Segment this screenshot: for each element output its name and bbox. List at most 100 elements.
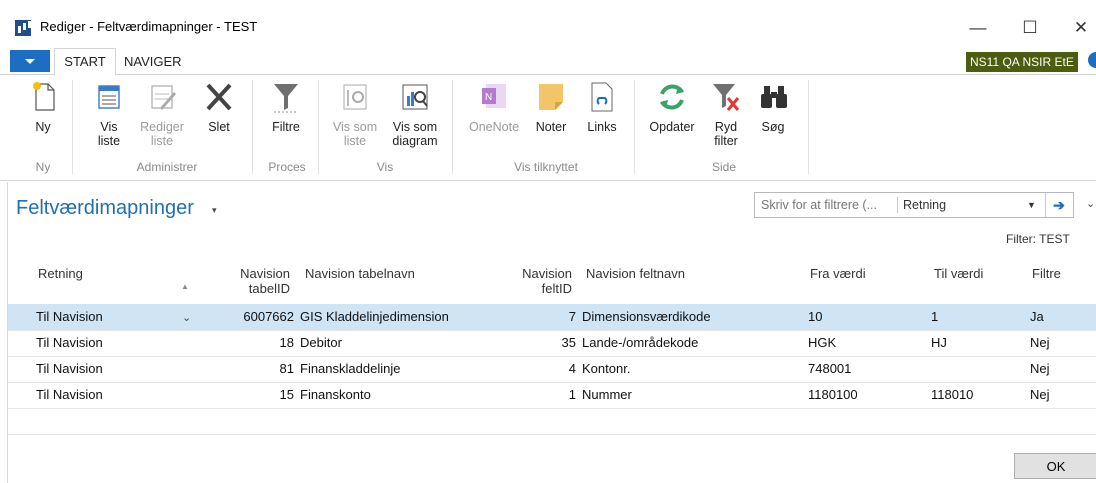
column-header-feltid[interactable]: Navision feltID: [512, 266, 572, 296]
view-list-button[interactable]: Vis liste: [92, 80, 126, 148]
apply-filter-arrow-icon[interactable]: ➔: [1045, 193, 1072, 217]
cell-filtre[interactable]: Nej: [1030, 330, 1050, 356]
filter-divider: [897, 197, 898, 213]
cell-tabelnavn[interactable]: Finanskonto: [300, 382, 371, 408]
left-border: [7, 182, 8, 483]
new-button[interactable]: Ny: [28, 80, 58, 134]
minimize-button[interactable]: —: [963, 14, 993, 42]
table-row-empty[interactable]: [8, 408, 1096, 435]
cell-retning[interactable]: Til Navision: [36, 356, 103, 382]
cell-fra-vaerdi[interactable]: 10: [808, 304, 822, 330]
ribbon-separator: [452, 80, 453, 174]
view-list-icon: [93, 80, 125, 114]
onenote-icon: N: [478, 80, 510, 114]
company-badge[interactable]: NS11 QA NSIR EtE: [966, 52, 1078, 72]
filter-box: Retning ▼ ➔: [754, 192, 1074, 218]
cell-feltid[interactable]: 35: [528, 330, 576, 356]
cell-feltnavn[interactable]: Lande-/områdekode: [582, 330, 698, 356]
table-row[interactable]: Til Navision 6007662 GIS Kladdelinjedime…: [8, 304, 1096, 331]
page-title[interactable]: Feltværdimapninger: [16, 197, 194, 220]
notes-button[interactable]: Noter: [532, 80, 570, 134]
group-label-side: Side: [711, 160, 737, 174]
svg-text:N: N: [485, 92, 492, 103]
tab-naviger[interactable]: NAVIGER: [124, 49, 182, 75]
column-header-tabelnavn[interactable]: Navision tabelnavn: [305, 266, 415, 281]
filter-search-input[interactable]: [761, 193, 891, 217]
app-icon: [15, 20, 31, 36]
delete-button[interactable]: Slet: [202, 80, 236, 134]
table-row[interactable]: Til Navision 81 Finanskladdelinje 4 Kont…: [8, 356, 1096, 383]
clear-filter-icon: [710, 80, 742, 114]
cell-tabelnavn[interactable]: Debitor: [300, 330, 342, 356]
cell-feltid[interactable]: 4: [528, 356, 576, 382]
cell-filtre[interactable]: Ja: [1030, 304, 1044, 330]
row-dropdown-chevron-icon[interactable]: ⌄: [182, 311, 191, 324]
window-title: Rediger - Feltværdimapninger - TEST: [40, 19, 258, 34]
application-menu-button[interactable]: [10, 50, 50, 72]
page-title-dropdown-icon[interactable]: ▾: [212, 205, 217, 216]
links-button[interactable]: Links: [584, 80, 620, 134]
cell-feltnavn[interactable]: Nummer: [582, 382, 632, 408]
column-header-tabelid[interactable]: Navision tabelID: [230, 266, 290, 296]
filter-field-select[interactable]: Retning: [903, 193, 946, 217]
cell-feltid[interactable]: 7: [528, 304, 576, 330]
cell-tabelid[interactable]: 81: [208, 356, 294, 382]
cell-retning[interactable]: Til Navision: [36, 382, 103, 408]
cell-retning[interactable]: Til Navision: [36, 330, 103, 356]
cell-feltnavn[interactable]: Kontonr.: [582, 356, 630, 382]
cell-fra-vaerdi[interactable]: 748001: [808, 356, 851, 382]
group-label-vis: Vis: [376, 160, 394, 174]
cell-til-vaerdi[interactable]: 1: [931, 304, 938, 330]
active-filter-label: Filter: TEST: [1006, 232, 1070, 246]
tab-start[interactable]: START: [54, 48, 116, 76]
list-magnifier-icon: [339, 80, 371, 114]
filter-funnel-icon: [270, 80, 302, 114]
ribbon-separator: [318, 80, 319, 174]
filters-button[interactable]: Filtre: [268, 80, 304, 134]
column-header-til-vaerdi[interactable]: Til værdi: [934, 266, 983, 281]
column-header-filtre[interactable]: Filtre: [1032, 266, 1061, 281]
cell-til-vaerdi[interactable]: 118010: [931, 382, 973, 408]
table-row[interactable]: Til Navision 18 Debitor 35 Lande-/område…: [8, 330, 1096, 357]
delete-x-icon: [203, 80, 235, 114]
cell-tabelid[interactable]: 6007662: [208, 304, 294, 330]
new-document-icon: [28, 80, 60, 114]
column-header-feltnavn[interactable]: Navision feltnavn: [586, 266, 685, 281]
cell-feltnavn[interactable]: Dimensionsværdikode: [582, 304, 711, 330]
group-label-vis-tilknyttet: Vis tilknyttet: [514, 160, 578, 174]
search-button[interactable]: Søg: [758, 80, 788, 134]
onenote-button[interactable]: N OneNote: [464, 80, 524, 134]
ok-button[interactable]: OK: [1014, 453, 1096, 479]
cell-fra-vaerdi[interactable]: HGK: [808, 330, 836, 356]
cell-filtre[interactable]: Nej: [1030, 356, 1050, 382]
sort-ascending-icon[interactable]: ▲: [181, 279, 189, 294]
ribbon-separator: [634, 80, 635, 174]
view-as-chart-button[interactable]: Vis som diagram: [388, 80, 442, 148]
edit-list-icon: [146, 80, 178, 114]
dropdown-arrow-icon[interactable]: ▼: [1027, 193, 1036, 217]
cell-tabelnavn[interactable]: Finanskladdelinje: [300, 356, 400, 382]
cell-tabelnavn[interactable]: GIS Kladdelinjedimension: [300, 304, 449, 330]
chart-magnifier-icon: [399, 80, 431, 114]
ribbon-separator: [252, 80, 253, 174]
table-row[interactable]: Til Navision 15 Finanskonto 1 Nummer 118…: [8, 382, 1096, 409]
column-header-fra-vaerdi[interactable]: Fra værdi: [810, 266, 866, 281]
refresh-icon: [656, 80, 688, 114]
clear-filter-button[interactable]: Ryd filter: [708, 80, 744, 148]
cell-til-vaerdi[interactable]: HJ: [931, 330, 947, 356]
link-document-icon: [586, 80, 618, 114]
column-header-retning[interactable]: Retning: [38, 266, 83, 281]
refresh-button[interactable]: Opdater: [646, 80, 698, 134]
edit-list-button[interactable]: Rediger liste: [138, 80, 186, 148]
close-button[interactable]: ✕: [1066, 14, 1096, 42]
sticky-note-icon: [535, 80, 567, 114]
cell-filtre[interactable]: Nej: [1030, 382, 1050, 408]
cell-feltid[interactable]: 1: [528, 382, 576, 408]
view-as-list-button[interactable]: Vis som liste: [330, 80, 380, 148]
cell-retning[interactable]: Til Navision: [36, 304, 103, 330]
collapse-chevron-icon[interactable]: ⌄: [1086, 197, 1095, 210]
cell-fra-vaerdi[interactable]: 1180100: [808, 382, 858, 408]
cell-tabelid[interactable]: 15: [208, 382, 294, 408]
cell-tabelid[interactable]: 18: [208, 330, 294, 356]
maximize-button[interactable]: ☐: [1015, 14, 1045, 42]
